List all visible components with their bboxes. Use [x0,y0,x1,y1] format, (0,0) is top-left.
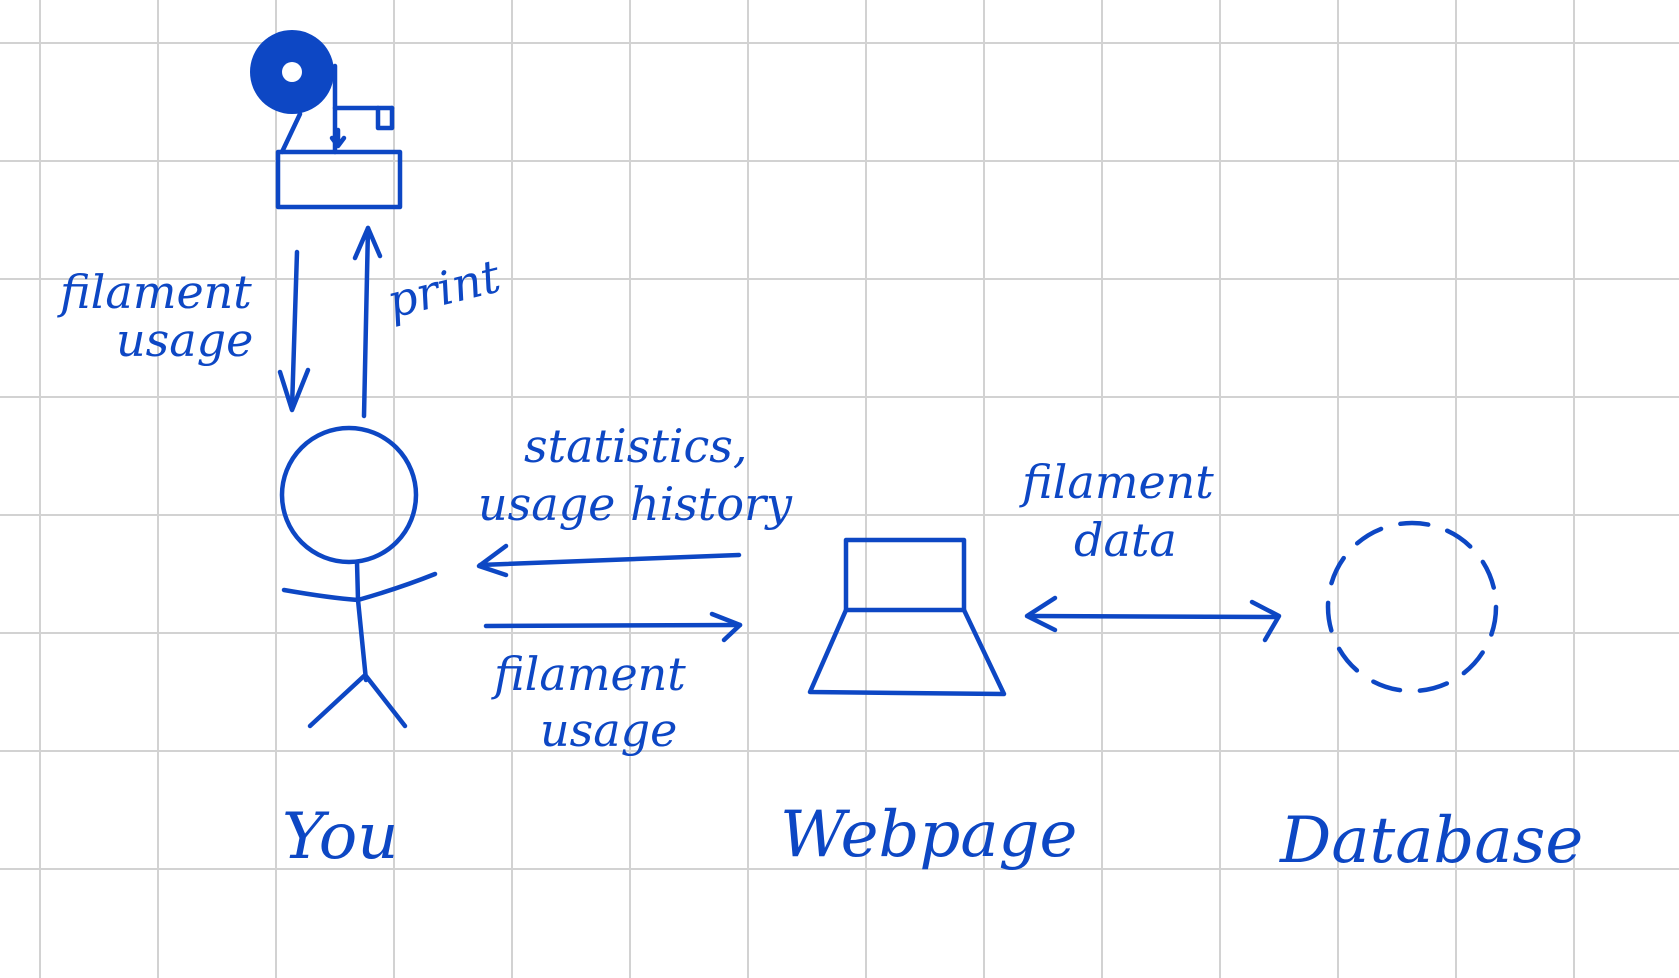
label-database: Database [1279,804,1583,878]
laptop-icon [807,537,1007,697]
grid-canvas: filament usage print statistics, usage h… [0,0,1679,978]
stick-figure-icon [279,425,438,729]
label-filament-usage-bottom-line2: usage [540,703,677,757]
label-filament-usage-bottom-line1: filament [491,647,686,701]
dashed-circle-database-icon [1325,520,1499,694]
arrow-filament-data-both [1024,595,1282,643]
label-filament-data-line2: data [1074,513,1177,567]
arrow-filament-usage-down [277,249,311,413]
label-filament-usage-left-line1: filament [57,265,252,319]
arrow-print-up [352,225,383,419]
arrow-filament-usage-right [483,611,743,643]
label-you: You [282,800,398,874]
label-statistics-line1: statistics, [524,419,748,473]
label-statistics-line2: usage history [478,477,793,531]
label-webpage: Webpage [780,798,1077,872]
arrow-statistics-left [476,543,742,578]
label-filament-data-line1: filament [1019,455,1214,509]
system-diagram: filament usage print statistics, usage h… [57,30,1583,878]
label-print: print [382,249,506,329]
label-filament-usage-left-line2: usage [116,313,253,367]
3d-printer-icon [250,30,403,210]
